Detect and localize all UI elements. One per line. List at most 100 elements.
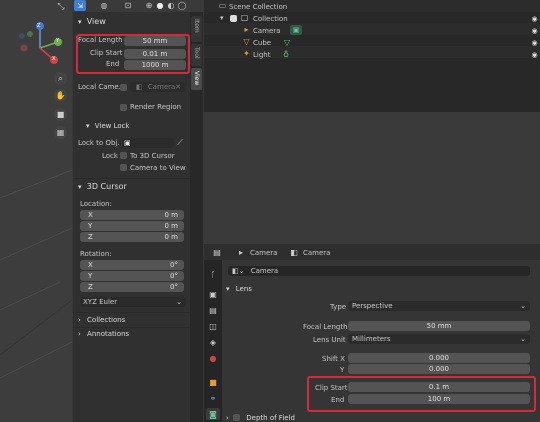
camera-view-icon[interactable]: ■ [54, 108, 67, 121]
constraints-tab-icon[interactable]: ⚭ [206, 392, 220, 404]
cursor-x-value: 0 m [164, 211, 179, 219]
view-layer-tab-icon[interactable]: ◫ [206, 320, 220, 332]
tab-view-label: View [193, 71, 200, 86]
cursor-panel-title: 3D Cursor [86, 182, 127, 191]
lens-focal-label: Focal Length [303, 323, 348, 331]
tab-view[interactable]: View [191, 68, 202, 90]
lens-unit-dropdown[interactable]: Millimeters ⌄ [348, 334, 530, 344]
lens-focal-field[interactable]: 50 mm [348, 321, 530, 331]
dof-panel-header[interactable]: › Depth of Field [226, 413, 295, 422]
tab-tool[interactable]: Tool [191, 44, 202, 66]
cursor-panel-header[interactable]: ▾ 3D Cursor [78, 182, 127, 191]
overlay-toggle-icon[interactable]: ⊡ [122, 0, 134, 11]
location-label: Location: [80, 200, 112, 208]
view-transform-icon[interactable]: ⤡ [54, 1, 68, 13]
properties-object-name[interactable]: Camera [250, 249, 277, 257]
shift-y-label: Y [340, 366, 345, 374]
rotation-label: Rotation: [80, 250, 112, 258]
zoom-icon[interactable]: ⌕ [54, 72, 67, 85]
camera-datablock-field[interactable]: ◧⌄ Camera [228, 266, 530, 276]
collection-checkbox[interactable] [230, 15, 237, 22]
camera-to-view-checkbox[interactable] [120, 164, 127, 171]
collection-label[interactable]: Collection [253, 15, 288, 23]
eye-icon[interactable]: ◉ [530, 50, 539, 59]
highlight-box-lens [307, 376, 536, 412]
area-divider[interactable] [203, 112, 540, 244]
lens-panel-header[interactable]: ▾ Lens [226, 285, 252, 293]
local-camera-placeholder: Camera [147, 83, 176, 91]
editor-type-icon[interactable]: ▤ [210, 247, 224, 257]
chevron-down-icon: ⌄ [520, 302, 526, 310]
eye-icon[interactable]: ◉ [530, 14, 539, 23]
collapse-arrow-icon: ▾ [86, 122, 90, 130]
view-panel-header[interactable]: ▾ View [78, 17, 188, 26]
tab-item[interactable]: Item [191, 16, 202, 42]
cursor-z-field[interactable]: Z 0 m [80, 232, 184, 242]
type-dropdown[interactable]: Perspective ⌄ [348, 301, 530, 311]
shift-y-field[interactable]: 0.000 [348, 364, 530, 374]
collapse-arrow-icon: › [226, 414, 229, 422]
scene-collection-label[interactable]: Scene Collection [229, 3, 287, 11]
render-tab-icon[interactable]: ▣ [206, 288, 220, 300]
output-tab-icon[interactable]: ▤ [206, 304, 220, 316]
camera-to-view-label: Camera to View [130, 164, 186, 172]
view-lock-header[interactable]: ▾ View Lock [86, 122, 130, 130]
camera-data-tab-icon[interactable]: ◙ [206, 408, 220, 420]
object-tab-icon[interactable]: ■ [206, 376, 220, 388]
rotation-x-value: 0° [170, 261, 178, 269]
lock-label: Lock [102, 152, 118, 160]
shading-solid-icon[interactable]: ● [155, 0, 165, 11]
outliner-cube-label[interactable]: Cube [253, 39, 271, 47]
shading-material-icon[interactable]: ◐ [166, 0, 176, 11]
rotation-y-field[interactable]: Y 0° [80, 271, 184, 281]
local-camera-checkbox[interactable] [120, 84, 127, 91]
lock-to-object-field[interactable]: ▣ [120, 138, 174, 148]
expand-arrow-icon[interactable]: ▾ [220, 14, 224, 22]
axis-x-label: X [88, 211, 93, 219]
scene-tab-icon[interactable]: ◈ [206, 336, 220, 348]
tool-tab-icon[interactable]: ᚴ [206, 268, 220, 280]
rotation-mode-dropdown[interactable]: XYZ Euler ⌄ [80, 297, 186, 307]
cursor-x-field[interactable]: X 0 m [80, 210, 184, 220]
navigation-gizmo[interactable] [12, 20, 70, 70]
object-square-icon: ▣ [124, 139, 131, 147]
collections-header[interactable]: › Collections [78, 316, 125, 324]
shading-wire-icon[interactable]: ⊕ [144, 0, 154, 11]
select-mode-icon[interactable]: ⇲ [74, 0, 86, 11]
dof-checkbox[interactable] [233, 414, 241, 421]
eye-icon[interactable]: ◉ [530, 26, 539, 35]
shift-x-field[interactable]: 0.000 [348, 353, 530, 363]
properties-data-name[interactable]: Camera [303, 249, 330, 257]
gizmo-z-label: Z [37, 23, 41, 29]
highlight-box-view [76, 34, 190, 74]
render-region-checkbox[interactable] [120, 104, 127, 111]
clear-x-icon[interactable]: ✕ [175, 82, 181, 92]
world-tab-icon[interactable]: ● [206, 352, 220, 364]
outliner-camera-label[interactable]: Camera [253, 27, 280, 35]
axis-y-label: Y [88, 272, 93, 280]
rotation-z-field[interactable]: Z 0° [80, 282, 184, 292]
eyedropper-icon[interactable]: ⟋ [175, 138, 185, 148]
pan-hand-icon[interactable]: ✋ [54, 89, 67, 102]
shading-render-icon[interactable]: ◯ [177, 0, 187, 11]
rotation-z-value: 0° [170, 283, 178, 291]
outliner-light-label[interactable]: Light [253, 51, 270, 59]
collapse-arrow-icon: ▾ [226, 285, 230, 293]
light-data-icon[interactable]: ♁ [281, 49, 291, 59]
local-camera-label: Local Came... [78, 83, 126, 91]
mesh-data-icon[interactable]: ▽ [282, 37, 292, 47]
type-value: Perspective [352, 302, 393, 310]
shift-x-label: Shift X [322, 355, 345, 363]
grid-ortho-icon[interactable]: ▦ [54, 126, 67, 139]
rotation-x-field[interactable]: X 0° [80, 260, 184, 270]
camera-data-icon[interactable]: ▣ [290, 25, 302, 35]
scene-collection-icon: ▭ [218, 1, 227, 10]
annotations-header[interactable]: › Annotations [78, 330, 129, 338]
cursor-y-field[interactable]: Y 0 m [80, 221, 184, 231]
local-camera-field[interactable]: ◧ Camera ✕ [130, 82, 185, 92]
camera-field-icon: ◧ [136, 83, 143, 91]
viewport-gizmo-toggle-icon[interactable]: ◍ [98, 0, 110, 11]
eye-icon[interactable]: ◉ [530, 38, 539, 47]
tab-tool-label: Tool [193, 47, 200, 59]
to-3d-cursor-checkbox[interactable] [120, 152, 127, 159]
